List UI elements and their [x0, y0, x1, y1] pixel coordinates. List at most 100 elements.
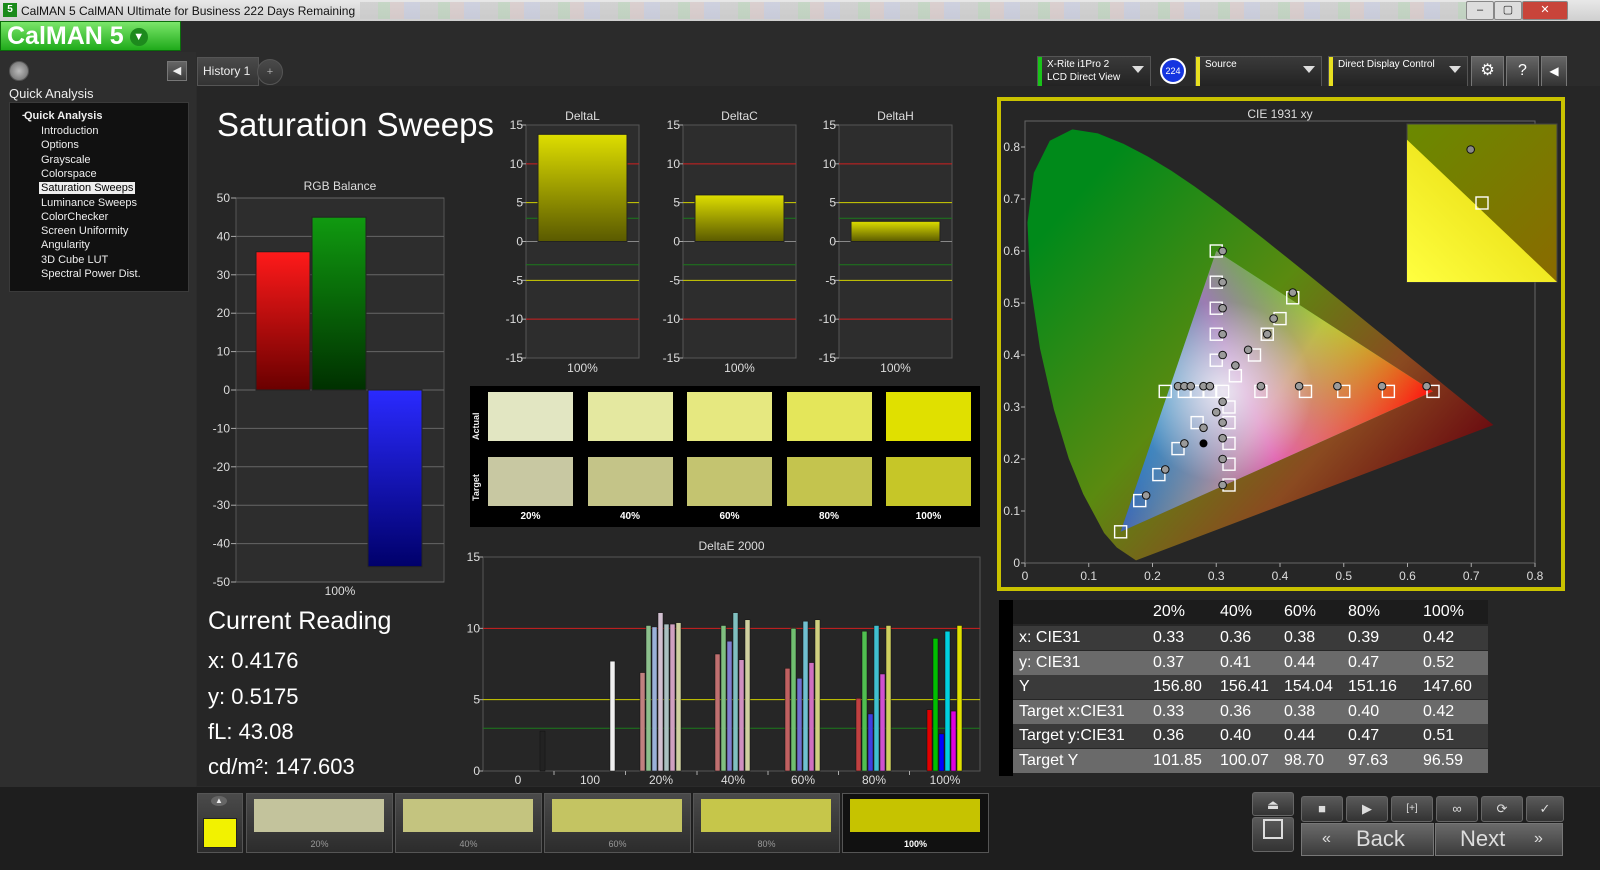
table-cell: 0.38 — [1284, 629, 1316, 646]
table-cell: 0.36 — [1153, 727, 1185, 745]
frame-icon[interactable]: [+] — [1391, 796, 1433, 822]
chart-title: CIE 1931 xy — [1247, 107, 1312, 121]
check-icon[interactable]: ✓ — [1526, 796, 1564, 822]
measured-marker — [1218, 246, 1227, 256]
loop-icon[interactable]: ∞ — [1436, 796, 1478, 822]
play-icon[interactable]: ▶ — [1346, 796, 1388, 822]
measured-marker — [1294, 381, 1304, 391]
stop-icon[interactable]: ■ — [1301, 796, 1343, 822]
measured-marker — [1256, 381, 1266, 391]
table-cell: 101.85 — [1153, 752, 1202, 769]
cie-data-table: 20% 40% 60% 80% 100% x: CIE31 0.33 0.36 0.38 0.39… — [999, 600, 1488, 776]
y-tick-label: 0.1 — [1003, 504, 1020, 518]
patch-label: 60% — [608, 839, 627, 849]
table-header-cell: 100% — [1423, 603, 1464, 620]
patch-button-80%[interactable]: 80% — [693, 793, 840, 853]
y-tick-label: 0.7 — [1003, 192, 1020, 206]
measured-marker — [1262, 329, 1272, 339]
measured-marker — [1218, 480, 1227, 490]
patch-swatch — [701, 799, 831, 832]
table-header-cell: 60% — [1284, 603, 1317, 620]
table-row: x: CIE31 0.33 0.36 0.38 0.39 0.42 — [1013, 626, 1488, 650]
table-cell: 0.38 — [1284, 702, 1316, 720]
x-tick-label: 0.3 — [1208, 569, 1225, 583]
measured-marker — [1218, 454, 1227, 464]
measured-marker — [1231, 361, 1240, 370]
measured-marker — [1199, 423, 1208, 433]
measured-marker — [1211, 407, 1221, 417]
table-cell: 0.36 — [1220, 702, 1252, 720]
patch-label: 20% — [310, 839, 329, 849]
measured-marker — [1180, 439, 1189, 448]
eject-icon[interactable]: ⏏ — [1252, 792, 1294, 816]
cie-chart-group: CIE 1931 xy 0 0.1 0.2 0.3 0.4 0.5 0.6 0.7 0.8 0 0.1… — [1003, 107, 1558, 583]
black-point-marker — [1199, 439, 1208, 448]
table-row: Target Y 101.85 100.07 98.70 97.63 96.59 — [1013, 749, 1488, 773]
table-cell: 0.52 — [1423, 653, 1455, 671]
next-arrows-icon: » — [1534, 830, 1543, 847]
x-tick-label: 0.2 — [1144, 569, 1161, 583]
row-label: Target y:CIE31 — [1019, 727, 1125, 745]
x-tick-label: 0 — [1022, 569, 1029, 583]
table-cell: 156.41 — [1220, 678, 1269, 696]
current-patch-button[interactable]: ▲ — [197, 793, 243, 853]
y-tick-label: 0.2 — [1003, 452, 1020, 466]
table-cell: 151.16 — [1348, 678, 1397, 696]
cie-inset — [1406, 123, 1558, 283]
table-cell: 98.70 — [1284, 752, 1325, 769]
table-row: y: CIE31 0.37 0.41 0.44 0.47 0.52 — [1013, 650, 1488, 675]
table-cell: 0.47 — [1348, 653, 1380, 671]
patch-button-40%[interactable]: 40% — [395, 793, 542, 853]
table-header-cell: 80% — [1348, 603, 1381, 620]
table-cell: 0.44 — [1284, 727, 1316, 745]
chevron-up-icon: ▲ — [211, 796, 227, 806]
row-label: x: CIE31 — [1019, 629, 1081, 646]
table-cell: 0.33 — [1153, 629, 1185, 646]
x-tick-label: 0.1 — [1080, 569, 1097, 583]
measured-marker — [1377, 381, 1387, 391]
row-label: Target Y — [1019, 752, 1079, 769]
table-header: 20% 40% 60% 80% 100% — [999, 600, 1488, 624]
next-button[interactable]: Next » — [1435, 823, 1563, 856]
measured-marker — [1218, 433, 1227, 443]
back-button[interactable]: « Back — [1301, 823, 1434, 856]
measured-marker — [1288, 288, 1298, 297]
refresh-icon[interactable]: ⟳ — [1481, 796, 1523, 822]
table-row: Y 156.80 156.41 154.04 151.16 147.60 — [1013, 675, 1488, 700]
row-label: Y — [1019, 678, 1030, 696]
measured-marker — [1218, 350, 1227, 360]
table-header-cell: 20% — [1153, 603, 1186, 620]
table-cell: 100.07 — [1220, 752, 1269, 769]
inset-measured-marker — [1466, 145, 1475, 154]
table-row-marker — [999, 600, 1013, 776]
patch-button-100%[interactable]: 100% — [842, 793, 989, 853]
patch-swatch — [552, 799, 682, 832]
table-cell: 0.42 — [1423, 702, 1455, 720]
measured-marker — [1218, 397, 1227, 407]
patch-swatch — [850, 799, 980, 832]
table-cell: 0.37 — [1153, 653, 1185, 671]
y-tick-label: 0.3 — [1003, 400, 1020, 414]
x-tick-label: 0.4 — [1272, 569, 1289, 583]
patch-button-20%[interactable]: 20% — [246, 793, 393, 853]
y-tick-label: 0.8 — [1003, 140, 1020, 154]
current-patch-swatch — [203, 818, 237, 848]
x-tick-label: 0.5 — [1335, 569, 1352, 583]
row-label: y: CIE31 — [1019, 653, 1081, 671]
table-cell: 0.42 — [1423, 629, 1455, 646]
measured-marker — [1218, 303, 1227, 313]
stop-square-icon[interactable] — [1252, 817, 1294, 852]
table-cell: 0.44 — [1284, 653, 1316, 671]
patch-swatch — [254, 799, 384, 832]
y-tick-label: 0.4 — [1003, 348, 1020, 362]
table-cell: 154.04 — [1284, 678, 1333, 696]
table-cell: 97.63 — [1348, 752, 1389, 769]
back-label: Back — [1356, 826, 1405, 851]
table-cell: 156.80 — [1153, 678, 1202, 696]
table-cell: 96.59 — [1423, 752, 1464, 769]
next-label: Next — [1460, 826, 1506, 851]
patch-button-60%[interactable]: 60% — [544, 793, 691, 853]
measured-marker — [1186, 381, 1196, 391]
patch-label: 80% — [757, 839, 776, 849]
measured-marker — [1218, 418, 1227, 427]
